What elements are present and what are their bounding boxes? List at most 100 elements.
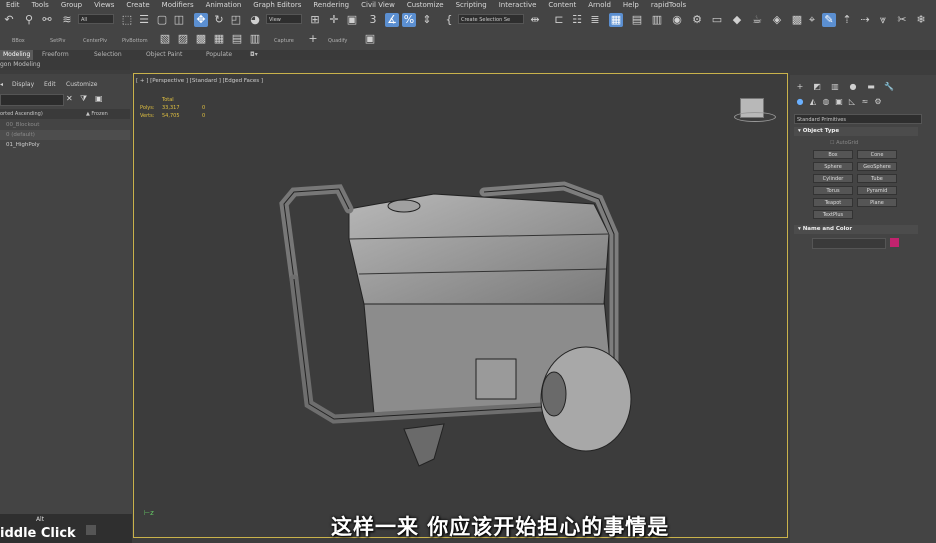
menu-item-edit[interactable]: Edit [6,0,20,10]
ribbon-toggle-icon[interactable]: ▦ [609,13,623,27]
align-icon[interactable]: ⊏ [552,13,566,27]
capture-tool-label[interactable]: Capture [274,38,294,44]
tab-modeling[interactable]: Modeling [0,50,34,60]
place-icon[interactable]: ◕ [248,13,262,27]
menu-item-help[interactable]: Help [623,0,639,10]
setpiv-tool-label[interactable]: SetPiv [50,38,65,44]
geometry-icon[interactable]: ● [795,97,805,107]
tube-button[interactable]: Tube [857,174,897,183]
tool-icon-2[interactable]: ▨ [176,32,190,46]
cone-button[interactable]: Cone [857,150,897,159]
object-color-swatch[interactable] [890,238,899,247]
grid-icon[interactable]: ▩ [790,13,804,27]
menu-item-rapidtools[interactable]: rapidTools [651,0,686,10]
render-production-icon[interactable]: ◆ [730,13,744,27]
bind-spacewarp-icon[interactable]: ≋ [60,13,74,27]
menu-item-group[interactable]: Group [61,0,82,10]
box-button[interactable]: Box [813,150,853,159]
toggle-scene-explorer-icon[interactable]: ☷ [570,13,584,27]
curve-editor-icon[interactable]: ▤ [630,13,644,27]
spacewarps-icon[interactable]: ≈ [860,97,870,107]
explorer-menu-display[interactable]: Display [12,80,34,90]
selection-filter-dropdown[interactable]: All [78,14,114,24]
unlink-icon[interactable]: ⚯ [40,13,54,27]
schematic-view-icon[interactable]: ▥ [650,13,664,27]
status-icon[interactable] [86,525,96,535]
lights-icon[interactable]: ◍ [821,97,831,107]
teapot-button[interactable]: Teapot [813,198,853,207]
explorer-menu-customize[interactable]: Customize [66,80,98,90]
viewport-label[interactable]: [ + ] [Perspective ] [Standard ] [Edged … [136,78,263,84]
chamfer-icon[interactable]: ⩔ [876,13,890,27]
plus-icon[interactable]: + [306,32,320,46]
tab-object-paint[interactable]: Object Paint [146,50,182,60]
select-by-name-icon[interactable]: ☰ [137,13,151,27]
plane-button[interactable]: Plane [857,198,897,207]
display-tab-icon[interactable]: ▬ [866,82,876,92]
extrude-icon[interactable]: ⇡ [840,13,854,27]
menu-item-create[interactable]: Create [126,0,149,10]
bbox-tool-label[interactable]: BBox [12,38,25,44]
ribbon-options-icon[interactable]: ◘▾ [250,50,258,60]
tab-selection[interactable]: Selection [94,50,122,60]
pick-icon[interactable]: ⌖ [805,13,819,27]
menu-item-scripting[interactable]: Scripting [456,0,487,10]
textplus-button[interactable]: TextPlus [813,210,853,219]
utilities-tab-icon[interactable]: 🔧 [884,82,894,92]
tool-icon-1[interactable]: ▧ [158,32,172,46]
render-setup-icon[interactable]: ⚙ [690,13,704,27]
tool-icon-4[interactable]: ▦ [212,32,226,46]
undo-icon[interactable]: ↶ [2,13,16,27]
name-color-rollout[interactable]: ▾ Name and Color [794,225,918,234]
bevel-icon[interactable]: ⇢ [858,13,872,27]
tool-icon-5[interactable]: ▤ [230,32,244,46]
tree-row-highpoly[interactable]: 01_HighPoly [0,140,130,150]
tab-populate[interactable]: Populate [206,50,232,60]
select-object-icon[interactable]: ⬚ [120,13,134,27]
filter-icon[interactable]: ⧩ [80,94,87,104]
menu-item-graph-editors[interactable]: Graph Editors [253,0,301,10]
tab-freeform[interactable]: Freeform [42,50,69,60]
teapot-render-icon[interactable]: ☕ [750,13,764,27]
frozen-column-header[interactable]: ▲ Frozen [86,109,108,119]
torus-button[interactable]: Torus [813,186,853,195]
tree-row-default[interactable]: 0 (default) [0,130,130,140]
cylinder-button[interactable]: Cylinder [813,174,853,183]
menu-item-views[interactable]: Views [94,0,114,10]
systems-icon[interactable]: ⚙ [873,97,883,107]
named-selection-dropdown[interactable]: Create Selection Se [458,14,524,24]
explorer-menu-arrow[interactable]: ◂ [0,80,3,90]
toggle-layer-explorer-icon[interactable]: ≣ [588,13,602,27]
sphere-button[interactable]: Sphere [813,162,853,171]
cut-icon[interactable]: ✂ [895,13,909,27]
fill-icon[interactable]: ❄ [914,13,928,27]
primitive-category-dropdown[interactable]: Standard Primitives [794,114,922,124]
quadify-tool-label[interactable]: Quadify [328,38,347,44]
object-type-rollout[interactable]: ▾ Object Type [794,127,918,136]
edit-poly-icon[interactable]: ✎ [822,13,836,27]
perspective-viewport[interactable]: ⊢z [133,73,788,538]
qr-script-icon[interactable]: ▣ [363,32,377,46]
mirror-icon[interactable]: ⇹ [528,13,542,27]
pivbottom-tool-label[interactable]: PivBottom [122,38,148,44]
tool-icon-3[interactable]: ▩ [194,32,208,46]
hierarchy-tab-icon[interactable]: ▥ [830,82,840,92]
menu-item-customize[interactable]: Customize [407,0,444,10]
menu-item-arnold[interactable]: Arnold [588,0,611,10]
explorer-menu-edit[interactable]: Edit [44,80,56,90]
centerpiv-tool-label[interactable]: CenterPiv [83,38,107,44]
spinner-snap-icon[interactable]: ⇕ [420,13,434,27]
menu-item-interactive[interactable]: Interactive [499,0,537,10]
ref-coord-dropdown[interactable]: View [266,14,302,24]
menu-item-tools[interactable]: Tools [32,0,49,10]
explorer-search-input[interactable] [0,94,64,106]
create-tab-icon[interactable]: + [795,82,805,92]
tool-icon-6[interactable]: ▥ [248,32,262,46]
menu-item-modifiers[interactable]: Modifiers [162,0,194,10]
autogrid-checkbox[interactable]: ☐ AutoGrid [830,140,858,146]
keyboard-shortcut-icon[interactable]: ▣ [345,13,359,27]
geosphere-button[interactable]: GeoSphere [857,162,897,171]
helpers-icon[interactable]: ◺ [847,97,857,107]
snaps-toggle-icon[interactable]: 3 [366,13,380,27]
menu-item-content[interactable]: Content [548,0,576,10]
